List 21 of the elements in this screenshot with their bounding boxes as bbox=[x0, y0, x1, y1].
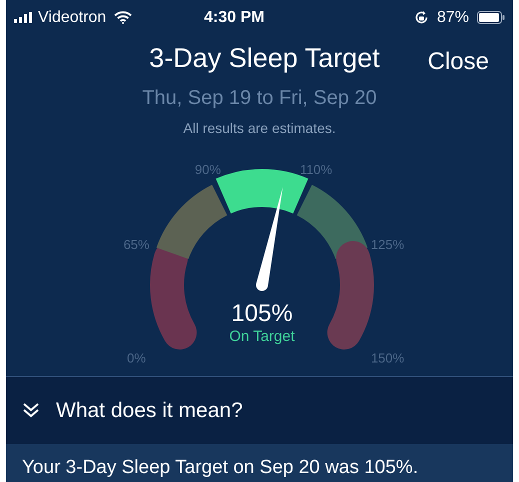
tick-label: 65% bbox=[123, 236, 150, 252]
status-time: 4:30 PM bbox=[204, 8, 266, 28]
signal-icon bbox=[14, 12, 33, 24]
gauge-status: On Target bbox=[229, 328, 295, 345]
wifi-icon bbox=[114, 11, 132, 24]
carrier-name: Videotron bbox=[38, 8, 106, 28]
close-link[interactable]: Close bbox=[428, 44, 489, 80]
tick-label: 0% bbox=[127, 350, 146, 366]
rotation-lock-icon bbox=[414, 10, 429, 26]
battery-icon bbox=[477, 11, 505, 24]
date-range: Thu, Sep 19 to Fri, Sep 20 bbox=[142, 86, 377, 109]
tick-label: 110% bbox=[300, 162, 332, 177]
tick-label: 90% bbox=[194, 162, 221, 177]
explainer-text: Your 3-Day Sleep Target on Sep 20 was 105%. bbox=[22, 456, 418, 478]
battery-percent: 87% bbox=[436, 8, 469, 28]
estimate-note: All results are estimates. bbox=[183, 120, 336, 136]
tick-label: 125% bbox=[370, 236, 404, 252]
gauge-value: 105% bbox=[231, 300, 293, 327]
tick-label: 150% bbox=[370, 350, 404, 366]
screen-title: 3-Day Sleep Target bbox=[149, 44, 380, 74]
accordion-header[interactable]: What does it mean? bbox=[6, 376, 513, 444]
